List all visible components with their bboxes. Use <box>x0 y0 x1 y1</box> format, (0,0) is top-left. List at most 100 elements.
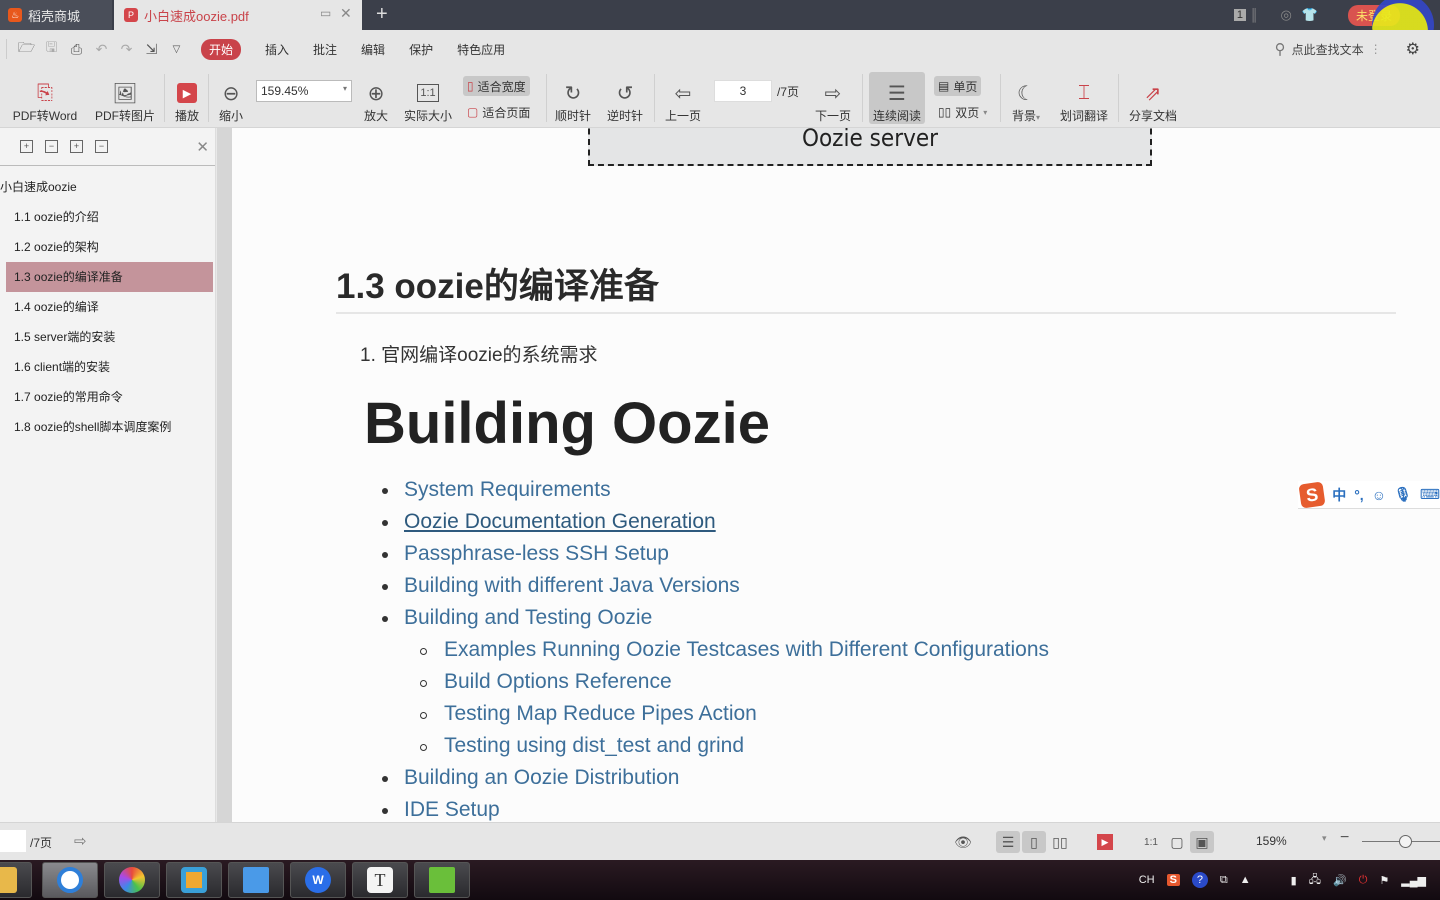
fit-page-button[interactable]: ▢ 适合页面 <box>463 102 534 122</box>
taskbar-notepad-plus-plus[interactable] <box>414 862 470 898</box>
fit-width-button[interactable]: ▯ 适合宽度 <box>463 76 530 96</box>
network-icon[interactable]: 🖧 <box>1309 871 1321 890</box>
sogou-ime-toolbar[interactable]: S 中 °, ☺ 🎙 ⌨ <box>1298 480 1440 509</box>
taskbar-remote-desktop[interactable] <box>228 862 284 898</box>
single-page-view-icon[interactable]: ▯ <box>1022 831 1046 853</box>
ime-options-icon[interactable]: ⧉ <box>1220 874 1228 887</box>
toc-link[interactable]: Building an Oozie Distribution <box>382 766 679 790</box>
menu-features[interactable]: 特色应用 <box>457 41 505 58</box>
toc-link[interactable]: Building and Testing Oozie <box>382 606 652 630</box>
zoom-minus-icon[interactable]: − <box>1340 829 1349 847</box>
sogou-logo-icon[interactable]: S <box>1298 480 1326 509</box>
fit-width-icon[interactable]: ▣ <box>1190 831 1214 853</box>
tab-pdf-document[interactable]: P 小白速成oozie.pdf ▭ ✕ <box>114 0 362 30</box>
rotate-counterclockwise-button[interactable]: ↺ 逆时针 <box>604 72 646 124</box>
taskbar-file-explorer[interactable] <box>0 862 32 898</box>
toc-sublink[interactable]: Examples Running Oozie Testcases with Di… <box>420 638 1049 662</box>
outline-item[interactable]: 1.2 oozie的架构 <box>6 232 213 262</box>
next-page-button[interactable]: ⇨ 下一页 <box>812 72 854 124</box>
play-slideshow-icon[interactable]: ▶ <box>1094 831 1116 853</box>
close-tab-icon[interactable]: ✕ <box>340 5 352 22</box>
prev-page-button[interactable]: ⇦ 上一页 <box>662 72 704 124</box>
zoom-slider-thumb[interactable] <box>1398 835 1412 848</box>
toc-sublink[interactable]: Build Options Reference <box>420 670 672 694</box>
skin-icon[interactable]: ◎ <box>1280 7 1291 23</box>
toc-sublink[interactable]: Testing Map Reduce Pipes Action <box>420 702 757 726</box>
pdf-to-image-button[interactable]: 🖼 PDF转图片 <box>94 72 156 124</box>
outline-item-selected[interactable]: 1.3 oozie的编译准备 <box>6 262 213 292</box>
microphone-icon[interactable]: 🎙 <box>1394 486 1412 503</box>
language-indicator[interactable]: CH <box>1139 874 1155 886</box>
help-icon[interactable]: ? <box>1191 872 1208 888</box>
zoom-in-button[interactable]: ⊕ 放大 <box>362 72 390 124</box>
print-icon[interactable]: ⎙ <box>64 41 89 58</box>
action-center-flag-icon[interactable]: ⚑ <box>1379 874 1389 887</box>
collapse-all-icon[interactable]: − <box>45 140 58 153</box>
expand-all-icon[interactable]: + <box>20 140 33 153</box>
zoom-slider[interactable] <box>1362 835 1440 848</box>
signal-strength-icon[interactable]: ▂▄▆ <box>1401 874 1426 887</box>
keyboard-icon[interactable]: ⌨ <box>1420 486 1440 503</box>
double-page-button[interactable]: ▯▯ 双页 ▾ <box>934 102 991 122</box>
taskbar-wps-office[interactable]: W <box>290 862 346 898</box>
export-icon[interactable]: ⇲ <box>139 41 164 58</box>
power-plug-icon[interactable]: ⏻ <box>1359 874 1368 887</box>
continuous-reading-button[interactable]: ☰ 连续阅读 <box>869 72 925 124</box>
status-page-input[interactable] <box>0 830 26 852</box>
word-translate-button[interactable]: ⌶ 划词翻译 <box>1058 72 1110 124</box>
menu-annotate[interactable]: 批注 <box>313 41 337 58</box>
zoom-out-button[interactable]: ⊖ 缩小 <box>216 72 246 124</box>
toc-link[interactable]: Oozie Documentation Generation <box>382 510 716 534</box>
redo-icon[interactable]: ↷ <box>114 41 139 58</box>
toc-link[interactable]: System Requirements <box>382 478 611 502</box>
menu-insert[interactable]: 插入 <box>265 41 289 58</box>
sogou-tray-icon[interactable]: S <box>1166 874 1180 886</box>
theme-shirt-icon[interactable]: 👕 <box>1302 7 1318 23</box>
fit-page-icon[interactable]: ▢ <box>1166 831 1188 853</box>
actual-size-button[interactable]: 1:1 实际大小 <box>402 72 454 124</box>
battery-icon[interactable]: ▮ <box>1291 874 1297 887</box>
close-sidebar-icon[interactable]: ✕ <box>196 138 209 156</box>
settings-gear-icon[interactable]: ⚙ <box>1406 39 1420 59</box>
ime-punctuation-toggle[interactable]: °, <box>1354 487 1364 503</box>
show-hidden-icons[interactable]: ▲ <box>1240 874 1251 886</box>
toc-link[interactable]: Building with different Java Versions <box>382 574 740 598</box>
pdf-to-word-button[interactable]: ⎘ PDF转Word <box>10 72 80 124</box>
menu-protect[interactable]: 保护 <box>409 41 433 58</box>
actual-size-icon[interactable]: 1:1 <box>1140 831 1162 853</box>
outline-item[interactable]: 1.1 oozie的介绍 <box>6 202 213 232</box>
more-dropdown-icon[interactable]: ▽ <box>164 44 189 55</box>
share-document-button[interactable]: ⇗ 分享文档 <box>1126 72 1180 124</box>
eye-protection-icon[interactable]: 👁 <box>952 831 974 853</box>
window-count-badge[interactable]: 1 <box>1233 9 1246 21</box>
next-page-arrow-icon[interactable]: ⇨ <box>74 832 87 850</box>
document-viewport[interactable]: Oozie server 1.3 oozie的编译准备 1. 官网编译oozie… <box>232 128 1440 822</box>
toc-link[interactable]: Passphrase-less SSH Setup <box>382 542 669 566</box>
continuous-view-icon[interactable]: ☰ <box>996 831 1020 853</box>
outline-item[interactable]: 1.6 client端的安装 <box>6 352 213 382</box>
taskbar-typora[interactable]: T <box>352 862 408 898</box>
toc-link[interactable]: IDE Setup <box>382 798 500 822</box>
outline-item[interactable]: 1.8 oozie的shell脚本调度案例 <box>6 412 213 442</box>
remove-bookmark-icon[interactable]: − <box>95 140 108 153</box>
outline-item[interactable]: 1.4 oozie的编译 <box>6 292 213 322</box>
page-number-input[interactable]: 3 <box>714 80 772 102</box>
pin-window-icon[interactable]: ▭ <box>320 6 331 20</box>
taskbar-sogou-browser[interactable] <box>42 862 98 898</box>
play-button[interactable]: ▶ 播放 <box>172 72 202 124</box>
background-button[interactable]: ☾ 背景▾ <box>1006 72 1046 124</box>
toc-sublink[interactable]: Testing using dist_test and grind <box>420 734 744 758</box>
undo-icon[interactable]: ↶ <box>89 41 114 58</box>
outline-item[interactable]: 小白速成oozie <box>0 172 213 202</box>
save-icon[interactable]: 🖫 <box>39 37 64 61</box>
menu-edit[interactable]: 编辑 <box>361 41 385 58</box>
double-page-view-icon[interactable]: ▯▯ <box>1048 831 1072 853</box>
new-tab-button[interactable]: + <box>376 4 388 24</box>
taskbar-vmware[interactable] <box>166 862 222 898</box>
multi-window-icon[interactable]: ║ <box>1250 8 1259 22</box>
rotate-clockwise-button[interactable]: ↻ 顺时针 <box>552 72 594 124</box>
volume-icon[interactable]: 🔊 <box>1333 874 1347 887</box>
find-text-input[interactable]: 点此查找文本 <box>1292 41 1364 58</box>
menu-start[interactable]: 开始 <box>201 38 242 60</box>
add-bookmark-icon[interactable]: + <box>70 140 83 153</box>
